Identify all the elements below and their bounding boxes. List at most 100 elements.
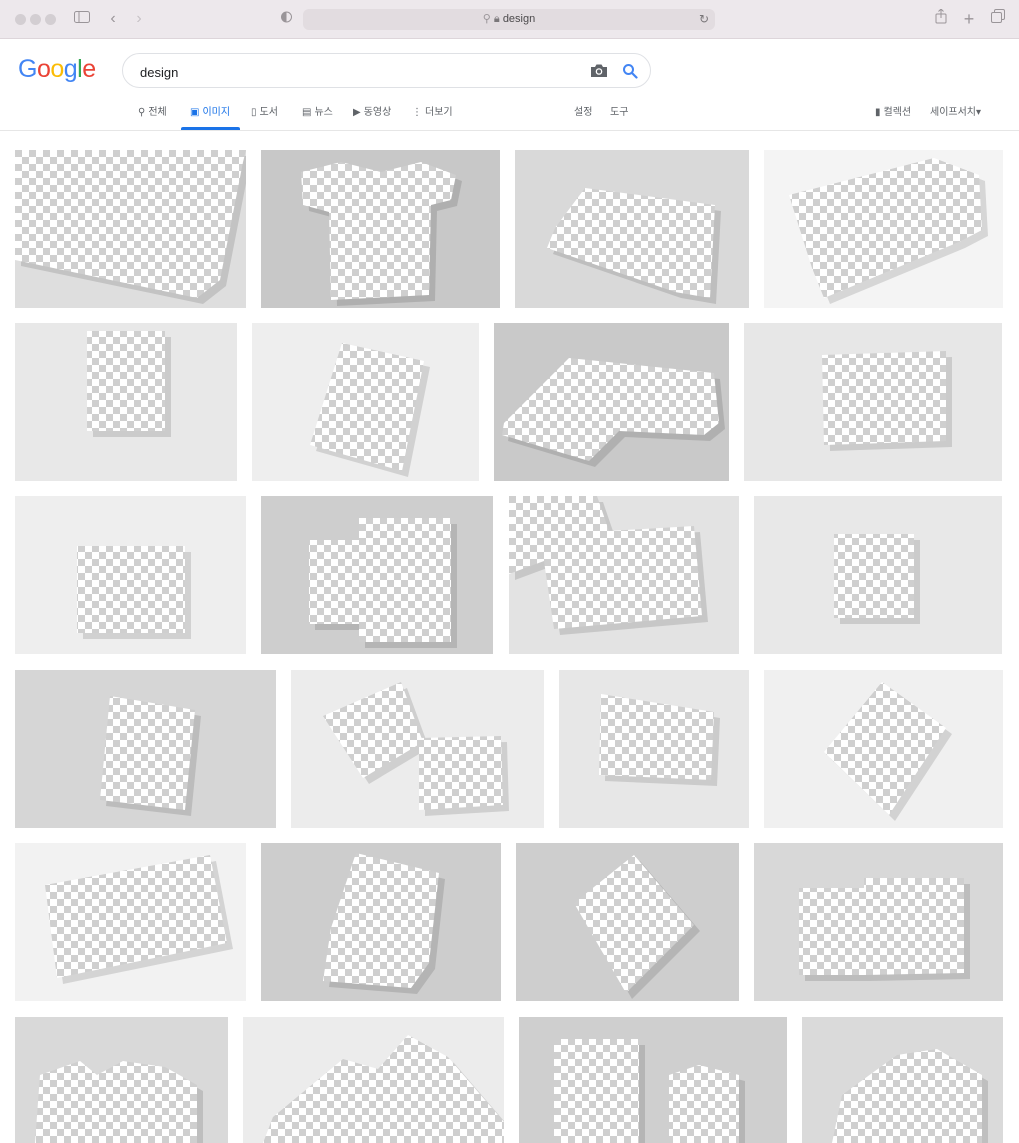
corner-poster-mockup[interactable]: [15, 670, 276, 828]
checkerboard-area: [45, 855, 227, 978]
box-mockup[interactable]: [291, 670, 544, 828]
sidebar-icon[interactable]: [73, 9, 91, 29]
easel-poster-mockup[interactable]: [15, 323, 237, 481]
tab-books[interactable]: ▯ 도서: [251, 105, 278, 121]
video-icon: ▶: [353, 107, 361, 118]
search-input[interactable]: [138, 61, 582, 83]
brochure-mockup[interactable]: [261, 496, 493, 654]
search-icon: ⚲: [482, 13, 491, 25]
checkerboard-area: [799, 878, 964, 975]
image-thumbnail: [323, 853, 445, 994]
checkerboard-area: [599, 694, 714, 780]
monitor-mockup[interactable]: [559, 670, 749, 828]
image-thumbnail: [509, 496, 708, 635]
image-thumbnail: [547, 188, 721, 304]
cd-sleeve-mockup[interactable]: [764, 150, 1003, 308]
close-window-button[interactable]: [15, 14, 26, 25]
plus-icon[interactable]: +: [962, 9, 976, 29]
checkerboard-area: [834, 534, 914, 618]
square-sheet-mockup[interactable]: [515, 150, 749, 308]
paper-mockup[interactable]: [15, 1017, 228, 1143]
reload-icon[interactable]: ↻: [699, 9, 709, 30]
browser-toolbar: ‹ › ⚲ 🔒︎ design ↻ +: [0, 0, 1019, 39]
tablet-mockup[interactable]: [15, 843, 246, 1001]
forward-icon[interactable]: ›: [133, 9, 145, 29]
checkerboard-area: [832, 1049, 982, 1143]
image-thumbnail: [824, 682, 952, 821]
image-thumbnail: [574, 855, 700, 999]
card-corner-mockup[interactable]: [802, 1017, 1003, 1143]
checkerboard-area: [323, 853, 439, 988]
shield-icon[interactable]: [280, 9, 292, 29]
checkerboard-area: [822, 351, 946, 445]
checkerboard-area: [100, 696, 195, 810]
checkerboard-area: [15, 150, 246, 298]
url-text: design: [502, 13, 536, 25]
stacked-cards-mockup[interactable]: [261, 843, 501, 1001]
poster-mockup[interactable]: [252, 323, 479, 481]
checkerboard-area: [87, 331, 165, 431]
checkerboard-area: [574, 855, 694, 993]
checkerboard-area: [323, 682, 503, 810]
t-shirt-mockup[interactable]: [261, 150, 500, 308]
checkerboard-area: [547, 188, 715, 298]
tilted-sheet-mockup[interactable]: [15, 150, 246, 308]
safesearch-link[interactable]: 세이프서치▾: [930, 105, 981, 121]
folded-paper-mockup[interactable]: [494, 323, 729, 481]
card-mockup[interactable]: [764, 670, 1003, 828]
bookmark-icon: ▮: [875, 107, 881, 118]
mug-mockup[interactable]: [754, 496, 1002, 654]
tab-images[interactable]: ▣ 이미지: [190, 105, 230, 121]
minimize-window-button[interactable]: [30, 14, 41, 25]
image-thumbnail: [599, 694, 720, 786]
envelope-mockup[interactable]: [243, 1017, 504, 1143]
google-logo[interactable]: Google: [18, 55, 96, 84]
image-thumbnail: [15, 150, 246, 304]
lock-icon: 🔒︎: [493, 13, 500, 25]
image-thumbnail: [309, 518, 457, 648]
image-thumbnail: [301, 162, 462, 306]
image-thumbnail: [87, 331, 171, 437]
news-icon: ▤: [302, 107, 312, 118]
image-thumbnail: [832, 1049, 988, 1143]
image-icon: ▣: [190, 107, 200, 118]
shopping-bag-mockup[interactable]: [15, 496, 246, 654]
image-thumbnail: [45, 855, 233, 984]
search-box: [122, 53, 651, 88]
checkerboard-area: [35, 1061, 197, 1143]
folded-flyer-mockup[interactable]: [509, 496, 739, 654]
image-thumbnail: [263, 1035, 504, 1143]
boxes-mockup[interactable]: [519, 1017, 787, 1143]
tab-news[interactable]: ▤ 뉴스: [302, 105, 333, 121]
tab-videos[interactable]: ▶ 동영상: [353, 105, 391, 121]
book-icon: ▯: [251, 107, 257, 118]
search-icon[interactable]: [622, 63, 638, 84]
checkerboard-area: [263, 1035, 504, 1143]
more-icon: ⋮: [412, 107, 422, 118]
laptop-mockup[interactable]: [744, 323, 1002, 481]
image-thumbnail: [323, 682, 509, 816]
tools-link[interactable]: 도구: [610, 105, 628, 121]
address-bar[interactable]: ⚲ 🔒︎ design ↻: [303, 9, 715, 30]
tabs-icon[interactable]: [990, 9, 1006, 29]
settings-link[interactable]: 설정: [574, 105, 592, 121]
tab-more[interactable]: ⋮ 더보기: [412, 105, 453, 121]
checkerboard-area: [554, 1039, 739, 1143]
header-divider: [0, 130, 1019, 131]
camera-icon[interactable]: [590, 63, 608, 83]
image-thumbnail: [77, 546, 191, 639]
image-thumbnail: [799, 878, 970, 981]
image-thumbnail: [789, 158, 988, 304]
share-icon[interactable]: [934, 8, 948, 29]
search-icon: ⚲: [138, 107, 146, 118]
zoom-window-button[interactable]: [45, 14, 56, 25]
folder-mockup[interactable]: [754, 843, 1003, 1001]
back-icon[interactable]: ‹: [107, 9, 119, 29]
image-thumbnail: [502, 358, 725, 467]
image-thumbnail: [822, 351, 952, 451]
image-thumbnail: [310, 343, 430, 477]
image-thumbnail: [554, 1039, 745, 1143]
tilted-card-mockup[interactable]: [516, 843, 739, 1001]
tab-all[interactable]: ⚲ 전체: [138, 105, 167, 121]
collection-link[interactable]: ▮ 컬렉션: [875, 105, 911, 121]
